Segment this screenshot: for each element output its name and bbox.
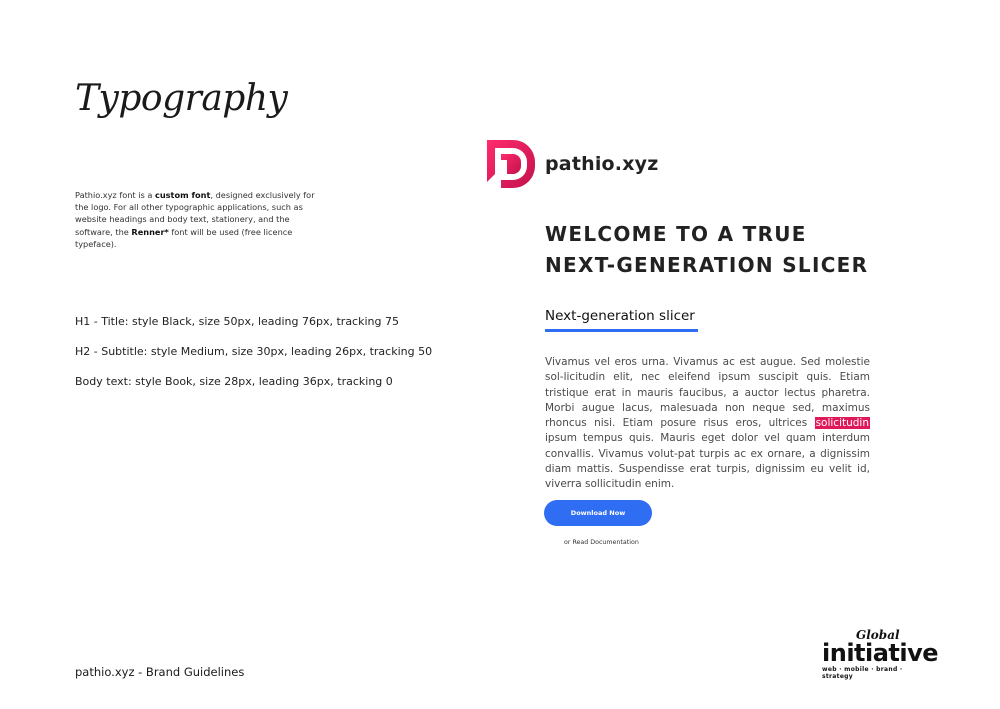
spec-h2: H2 - Subtitle: style Medium, size 30px, … — [75, 345, 433, 358]
sample-subtitle: Next-generation slicer — [545, 308, 695, 324]
subtitle-underline — [545, 329, 698, 332]
download-now-button[interactable]: Download Now — [544, 500, 652, 526]
sample-body-text: Vivamus vel eros urna. Vivamus ac est au… — [545, 355, 870, 493]
headline-line-1: Welcome to a true — [545, 222, 807, 246]
pathio-logo-icon — [487, 140, 535, 188]
page-title: Typography — [75, 78, 288, 119]
footer-brand-guidelines: pathio.xyz - Brand Guidelines — [75, 665, 245, 679]
read-documentation-link[interactable]: or Read Documentation — [564, 539, 639, 546]
agency-logo-tagline: web · mobile · brand · strategy — [822, 666, 903, 680]
headline-line-2: next-generation slicer — [545, 253, 869, 277]
font-intro-paragraph: Pathio.xyz font is a custom font, design… — [75, 189, 315, 250]
sample-headline: Welcome to a true next-generation slicer — [545, 219, 905, 281]
intro-bold-font-name: Renner* — [131, 226, 169, 237]
spec-h1: H1 - Title: style Black, size 50px, lead… — [75, 315, 399, 328]
brand-logo: pathio.xyz — [487, 140, 659, 188]
body-highlight: solicitudin — [814, 417, 870, 430]
brand-name: pathio.xyz — [545, 153, 659, 175]
agency-logo-name: initiative — [822, 639, 939, 667]
typography-specs: H1 - Title: style Black, size 50px, lead… — [75, 315, 432, 405]
body-text-2: ipsum tempus quis. Mauris eget dolor vel… — [545, 432, 870, 491]
agency-logo: Global initiative web · mobile · brand ·… — [822, 628, 939, 680]
intro-bold-custom-font: custom font — [154, 190, 211, 200]
spec-body: Body text: style Book, size 28px, leadin… — [75, 375, 393, 388]
intro-text-1: Pathio.xyz font is a — [75, 190, 155, 200]
